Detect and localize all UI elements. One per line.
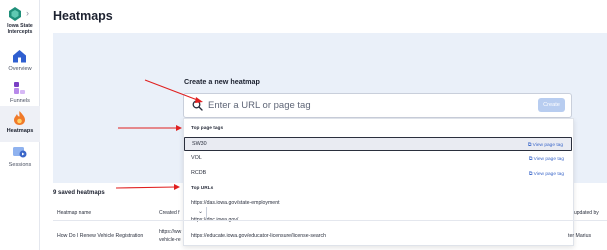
column-header-name[interactable]: Heatmap name [57, 210, 91, 216]
funnel-icon [14, 82, 25, 94]
sidebar-item-heatmaps[interactable]: Heatmaps [0, 106, 40, 142]
table-header: Heatmap name ⌄ Created f updated by [53, 205, 607, 221]
view-page-tag-link[interactable]: ⧉ View page tag [529, 156, 564, 162]
page-tag-item[interactable]: RCDB ⧉ View page tag [184, 167, 572, 181]
sidebar-item-label: Overview [8, 66, 32, 72]
sidebar-item-sessions[interactable]: Sessions [0, 140, 40, 176]
page-tag-name: SW30 [192, 141, 207, 147]
page-tag-name: RCDB [191, 170, 207, 176]
page-tag-name: VOL [191, 155, 202, 161]
column-divider [206, 207, 207, 219]
sidebar-item-label: Funnels [10, 98, 30, 104]
page-tag-item[interactable]: SW30 ⧉ View page tag [184, 137, 572, 151]
sort-icon[interactable]: ⌄ [198, 208, 203, 215]
updated-by-cell: ter Marius [568, 233, 592, 239]
sidebar-item-label: Heatmaps [6, 128, 34, 134]
search-icon [192, 100, 203, 111]
create-button[interactable]: Create [538, 98, 565, 112]
top-urls-heading: Top URLs [191, 186, 214, 191]
search-input[interactable] [208, 97, 528, 113]
chevron-right-icon[interactable]: › [26, 8, 29, 18]
logo-icon[interactable] [8, 7, 22, 21]
url-item[interactable]: https://educate.iowa.gov/educator-licens… [191, 233, 326, 239]
column-header-created[interactable]: Created f [159, 210, 180, 216]
flame-icon [14, 111, 25, 125]
top-page-tags-heading: Top page tags [191, 126, 224, 131]
create-heatmap-label: Create a new heatmap [184, 77, 260, 86]
sidebar-item-overview[interactable]: Overview [0, 44, 40, 80]
annotation-arrow [115, 184, 180, 190]
heatmap-name-cell[interactable]: How Do I Renew Vehicle Registration [57, 233, 143, 239]
view-page-tag-link[interactable]: ⧉ View page tag [528, 142, 563, 148]
saved-heatmaps-title: 9 saved heatmaps [53, 190, 105, 196]
view-page-tag-link[interactable]: ⧉ View page tag [529, 171, 564, 177]
home-icon [13, 50, 26, 63]
sidebar-item-label: Sessions [8, 162, 32, 168]
sidebar: › Iowa State Intercepts Overview Funnels… [0, 0, 40, 250]
heatmap-url-cell: https://ww vehicle-re [159, 229, 182, 243]
sessions-icon [13, 147, 27, 158]
column-header-updated-by[interactable]: updated by [574, 210, 599, 216]
org-name: Iowa State Intercepts [7, 23, 33, 35]
page-tag-item[interactable]: VOL ⧉ View page tag [184, 152, 572, 166]
page-title: Heatmaps [53, 9, 113, 23]
